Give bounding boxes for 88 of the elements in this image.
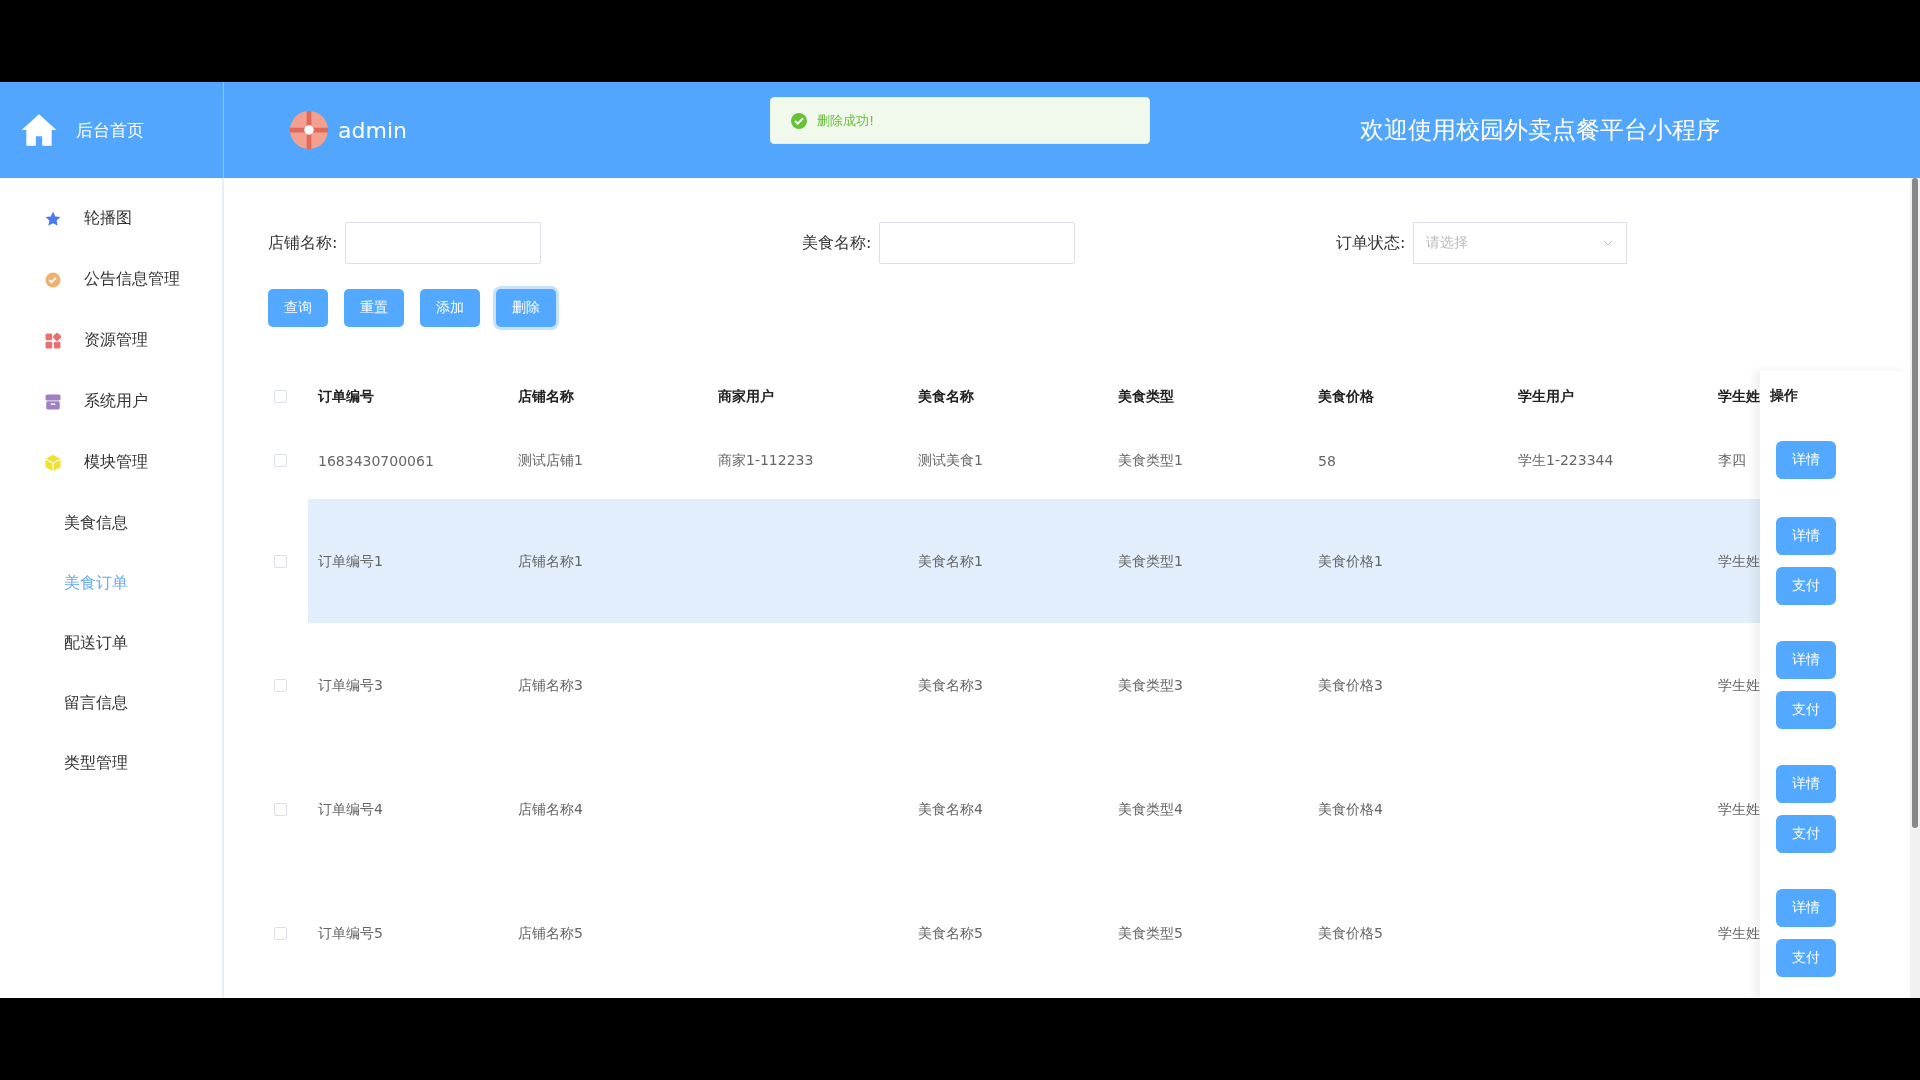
column-header: 美食名称 bbox=[918, 388, 974, 404]
sidebar-item[interactable]: 资源管理 bbox=[0, 310, 222, 371]
grid-icon bbox=[44, 331, 62, 350]
scrollbar-thumb[interactable] bbox=[1912, 178, 1918, 828]
table-cell: 学生1-223344 bbox=[1518, 452, 1614, 468]
table-cell: 美食类型5 bbox=[1118, 925, 1183, 941]
table-cell: 测试店铺1 bbox=[518, 452, 583, 468]
row-action-button[interactable]: 详情 bbox=[1776, 889, 1836, 927]
table-cell: 订单编号4 bbox=[318, 801, 383, 817]
table-cell: 美食类型1 bbox=[1118, 553, 1183, 569]
submenu-item[interactable]: 配送订单 bbox=[0, 613, 222, 673]
column-header: 商家用户 bbox=[718, 388, 774, 404]
sidebar-item[interactable]: 系统用户 bbox=[0, 371, 222, 432]
checkbox[interactable] bbox=[273, 926, 287, 940]
table-cell: 美食类型4 bbox=[1118, 801, 1183, 817]
user-name: admin bbox=[338, 117, 407, 143]
input-field[interactable] bbox=[879, 222, 1075, 264]
row-action-button[interactable]: 支付 bbox=[1776, 567, 1836, 605]
avatar-icon bbox=[290, 111, 328, 149]
table-cell: 订单编号3 bbox=[318, 677, 383, 693]
row-action-button[interactable]: 详情 bbox=[1776, 765, 1836, 803]
row-action-button[interactable]: 支付 bbox=[1776, 815, 1836, 853]
sidebar-item[interactable]: 公告信息管理 bbox=[0, 249, 222, 310]
status-select[interactable]: 请选择 bbox=[1413, 222, 1627, 264]
checkbox[interactable] bbox=[273, 802, 287, 816]
cube-icon bbox=[44, 453, 62, 472]
app-title: 欢迎使用校园外卖点餐平台小程序 bbox=[1360, 116, 1720, 144]
action-button[interactable]: 重置 bbox=[344, 289, 404, 327]
table-cell: 学生姓 bbox=[1718, 925, 1760, 941]
table-cell: 58 bbox=[1318, 452, 1336, 469]
table-cell: 店铺名称3 bbox=[518, 677, 583, 693]
column-header: 店铺名称 bbox=[518, 388, 574, 404]
row-action-button[interactable]: 支付 bbox=[1776, 691, 1836, 729]
table-cell: 商家1-112233 bbox=[718, 452, 814, 468]
submenu-item[interactable]: 美食订单 bbox=[0, 553, 222, 613]
table-cell: 美食名称3 bbox=[918, 677, 983, 693]
field-label: 美食名称: bbox=[801, 232, 873, 254]
action-button[interactable]: 添加 bbox=[420, 289, 480, 327]
column-header: 订单编号 bbox=[318, 388, 374, 404]
table-cell: 订单编号1 bbox=[318, 553, 383, 569]
sidebar-item[interactable]: 轮播图 bbox=[0, 188, 222, 249]
table-cell: 美食价格4 bbox=[1318, 801, 1383, 817]
column-header: 学生用户 bbox=[1518, 388, 1574, 404]
row-action-button[interactable]: 支付 bbox=[1776, 939, 1836, 977]
table-cell: 美食名称5 bbox=[918, 925, 983, 941]
input-field[interactable] bbox=[345, 222, 541, 264]
checkbox[interactable] bbox=[273, 678, 287, 692]
table-cell: 测试美食1 bbox=[918, 452, 983, 468]
submenu-item[interactable]: 留言信息 bbox=[0, 673, 222, 733]
table-cell: 学生姓 bbox=[1718, 677, 1760, 693]
table-cell: 美食名称1 bbox=[918, 553, 983, 569]
column-header: 美食类型 bbox=[1118, 388, 1174, 404]
table-cell: 李四 bbox=[1718, 452, 1746, 468]
table-cell: 1683430700061 bbox=[318, 452, 434, 469]
table-cell: 美食名称4 bbox=[918, 801, 983, 817]
action-button[interactable]: 查询 bbox=[268, 289, 328, 327]
checkbox[interactable] bbox=[273, 389, 287, 403]
column-header: 操作 bbox=[1770, 387, 1798, 405]
checkbox[interactable] bbox=[273, 554, 287, 568]
column-header: 学生姓 bbox=[1718, 388, 1760, 404]
table-cell: 美食价格1 bbox=[1318, 553, 1383, 569]
table-cell: 学生姓 bbox=[1718, 801, 1760, 817]
success-icon bbox=[791, 112, 807, 129]
table-cell: 美食价格5 bbox=[1318, 925, 1383, 941]
row-action-button[interactable]: 详情 bbox=[1776, 641, 1836, 679]
table-cell: 美食价格3 bbox=[1318, 677, 1383, 693]
table-cell: 订单编号5 bbox=[318, 925, 383, 941]
toast-text: 删除成功! bbox=[817, 111, 875, 130]
archive-icon bbox=[44, 392, 62, 411]
submenu-item[interactable]: 类型管理 bbox=[0, 733, 222, 793]
table-cell: 美食类型1 bbox=[1118, 452, 1183, 468]
action-button[interactable]: 删除 bbox=[496, 289, 556, 327]
home-link[interactable]: 后台首页 bbox=[76, 118, 144, 142]
checkbox[interactable] bbox=[273, 453, 287, 467]
sidebar-item[interactable]: 模块管理 bbox=[0, 432, 222, 493]
table-cell: 店铺名称5 bbox=[518, 925, 583, 941]
field-label: 店铺名称: bbox=[267, 232, 339, 254]
row-action-button[interactable]: 详情 bbox=[1776, 441, 1836, 479]
submenu-item[interactable]: 美食信息 bbox=[0, 493, 222, 553]
row-action-button[interactable]: 详情 bbox=[1776, 517, 1836, 555]
table-cell: 美食类型3 bbox=[1118, 677, 1183, 693]
scrollbar[interactable] bbox=[1910, 178, 1920, 998]
table-cell: 学生姓 bbox=[1718, 553, 1760, 569]
column-header: 美食价格 bbox=[1318, 388, 1374, 404]
table-cell: 店铺名称1 bbox=[518, 553, 583, 569]
table-cell: 店铺名称4 bbox=[518, 801, 583, 817]
badge-icon bbox=[44, 270, 62, 289]
field-label: 订单状态: bbox=[1335, 232, 1407, 254]
